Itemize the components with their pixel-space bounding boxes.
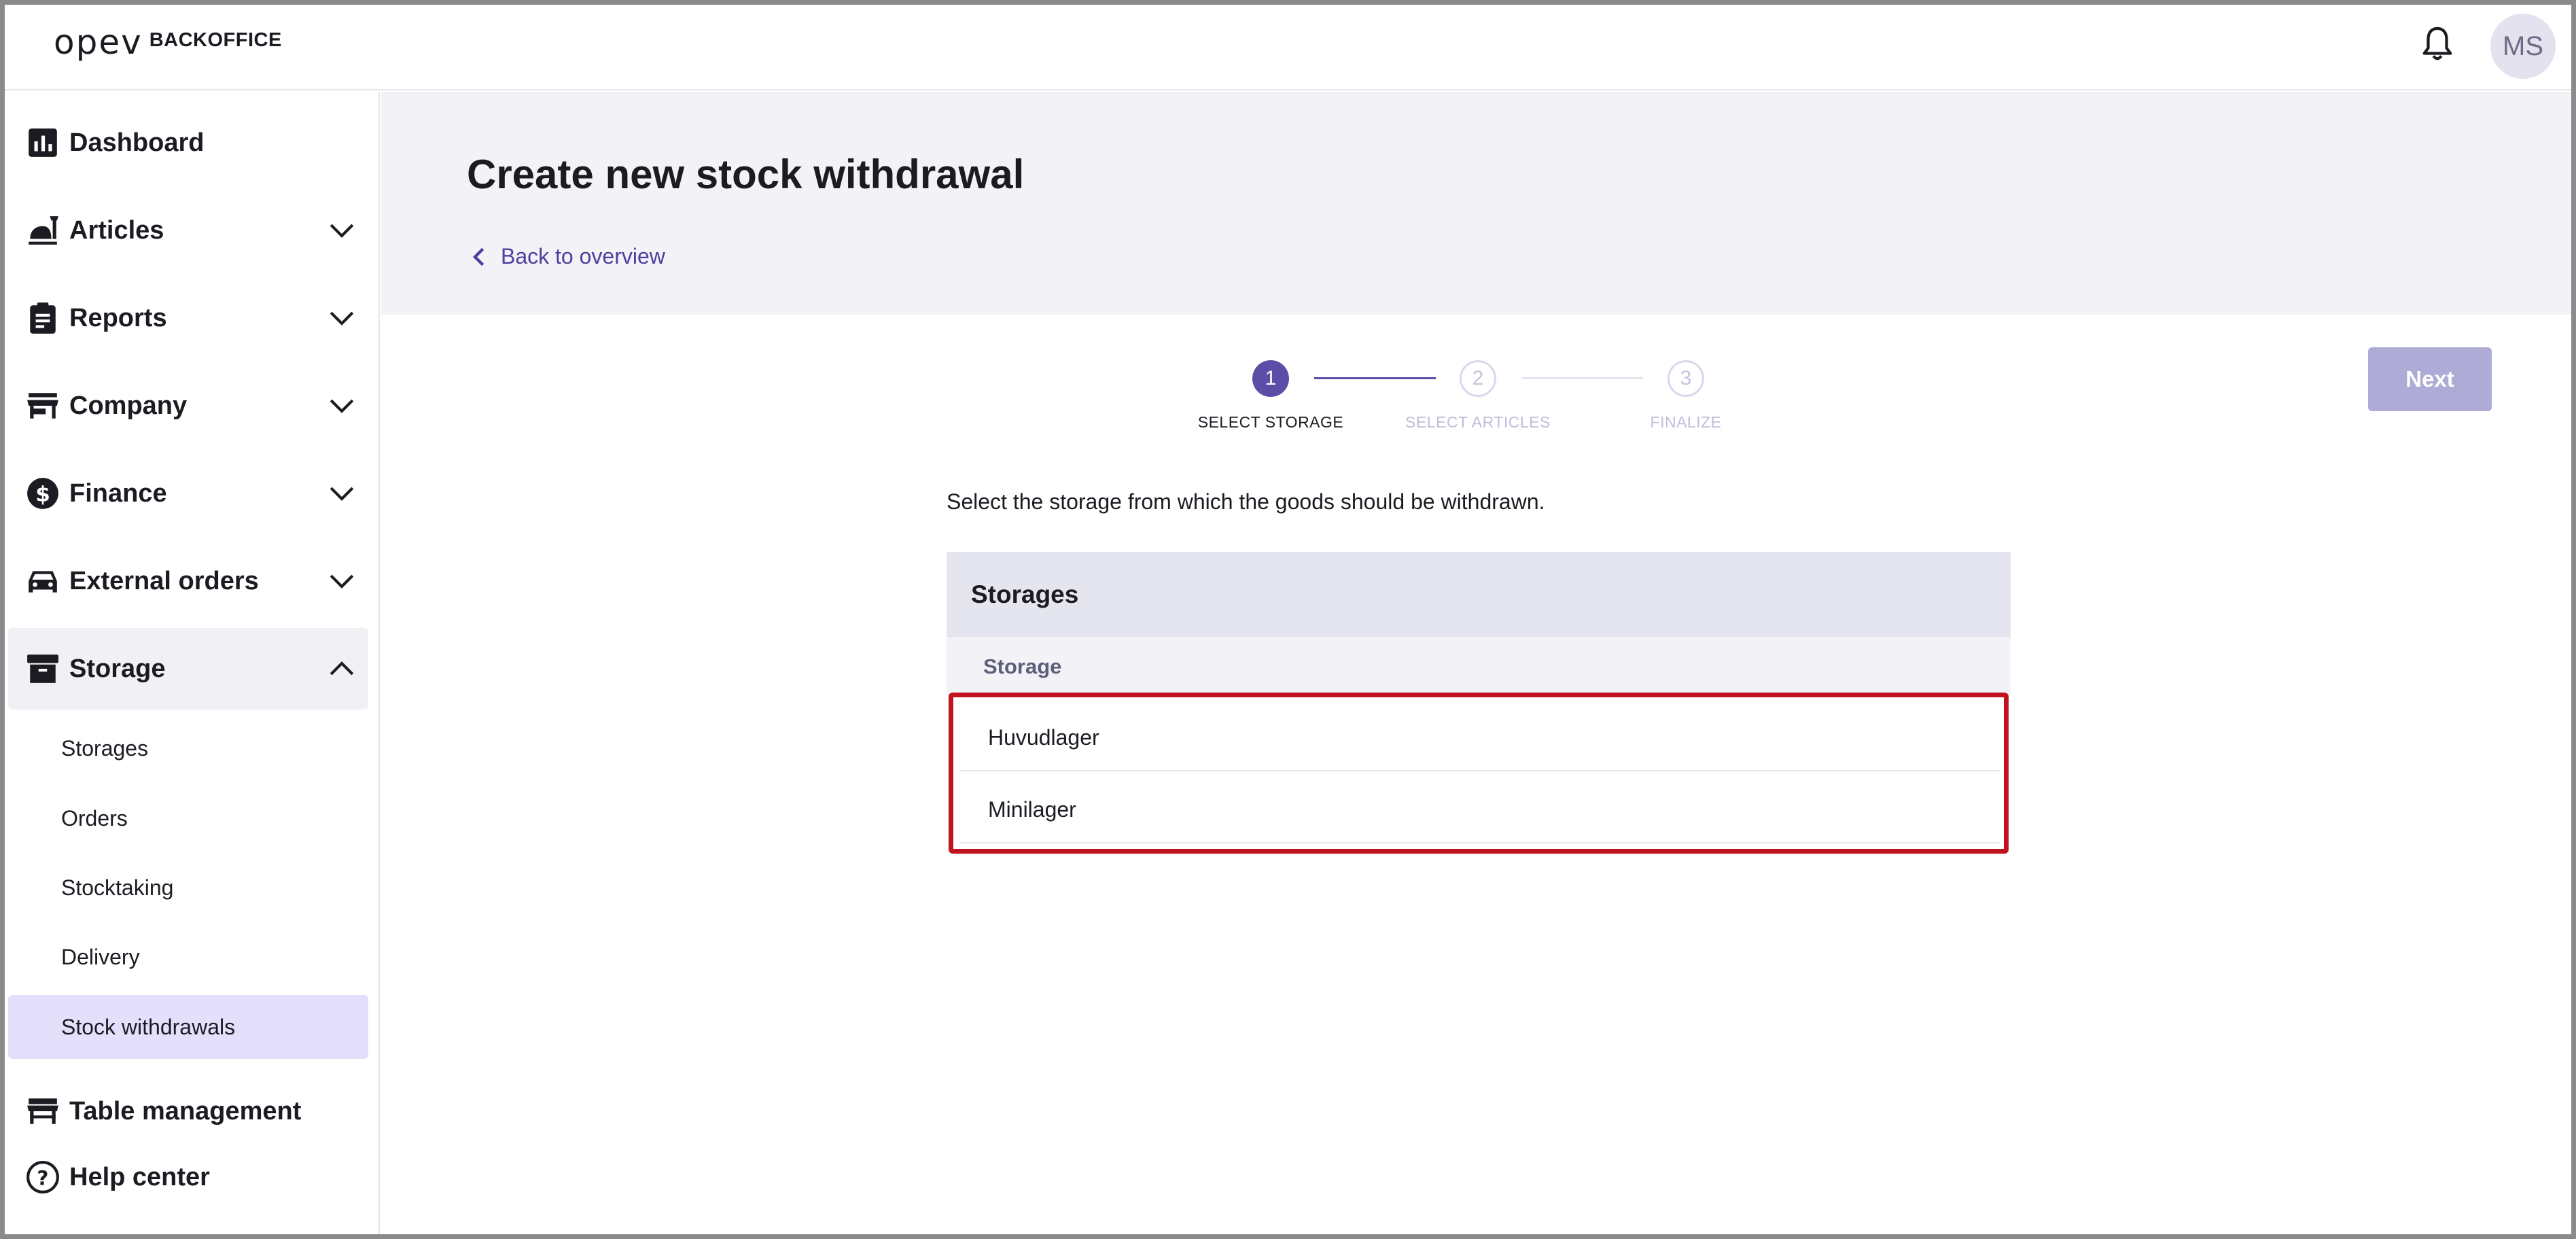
bell-icon[interactable] [2421,26,2454,63]
table-row[interactable]: Minilager [960,771,2000,843]
step-1-circle: 1 [1252,360,1289,397]
sidebar-item-company[interactable]: Company [8,365,368,447]
storage-list-highlight: Huvudlager Minilager [949,693,2009,854]
page-header [381,92,2571,315]
sidebar-subitem-delivery[interactable]: Delivery [8,925,368,989]
step-2-circle: 2 [1460,360,1496,397]
dollar-icon: $ [27,478,58,509]
avatar[interactable]: MS [2490,14,2556,79]
sidebar-subitem-orders[interactable]: Orders [8,786,368,850]
back-link-label: Back to overview [501,244,665,268]
step-1-label: SELECT STORAGE [1197,413,1344,431]
back-to-overview-link[interactable]: Back to overview [471,244,665,269]
sidebar-item-finance[interactable]: $ Finance [8,453,368,534]
sidebar-item-storage[interactable]: Storage [8,628,368,710]
sidebar-subitem-label: Storages [61,735,149,761]
storage-column-header: Storage [947,637,2011,695]
sidebar-item-label: Reports [69,303,167,332]
sidebar-subitem-label: Orders [61,805,128,831]
storages-card-title: Storages [971,580,1079,608]
chevron-up-icon [330,661,354,676]
sidebar-subitem-label: Stocktaking [61,875,174,900]
sidebar-item-help-center[interactable]: ? Help center [8,1136,368,1218]
chevron-down-icon [330,399,354,413]
sidebar-subitem-label: Delivery [61,944,140,969]
sidebar-item-label: Help center [69,1162,210,1191]
svg-text:?: ? [37,1166,49,1189]
car-icon [29,571,57,593]
app-logo[interactable]: opeⅴ BACKOFFICE [54,25,282,59]
sidebar-subitem-storages[interactable]: Storages [8,716,368,780]
chevron-left-icon [472,247,484,266]
sidebar-subitem-stocktaking[interactable]: Stocktaking [8,856,368,920]
sidebar-item-label: Company [69,391,188,420]
food-icon [29,216,58,245]
step-3-label: FINALIZE [1650,413,1722,431]
sidebar-subitem-stock-withdrawals[interactable]: Stock withdrawals [8,995,368,1059]
sidebar-item-label: Dashboard [69,128,205,157]
svg-text:$: $ [35,482,50,506]
sidebar-item-dashboard[interactable]: Dashboard [8,102,368,184]
step-3-circle: 3 [1668,360,1704,397]
next-button[interactable]: Next [2368,347,2492,411]
step-connector [1314,377,1436,379]
storages-card-header: Storages [947,552,2011,637]
store-icon [27,393,58,419]
sidebar-item-reports[interactable]: Reports [8,277,368,359]
storage-name: Minilager [988,797,1076,822]
chevron-down-icon [330,311,354,326]
column-label: Storage [983,655,1062,678]
help-icon: ? [27,1161,59,1193]
logo-text: BACKOFFICE [149,29,282,51]
sidebar-item-label: Finance [69,478,167,508]
storage-name: Huvudlager [988,725,1099,750]
step-2-label: SELECT ARTICLES [1405,413,1551,431]
sidebar-item-label: External orders [69,566,259,595]
logo-mark: opeⅴ [54,22,143,62]
clipboard-icon [30,302,56,334]
top-bar: opeⅴ BACKOFFICE [5,5,2571,90]
sidebar-item-label: Storage [69,654,166,683]
chevron-down-icon [330,574,354,589]
archive-icon [27,655,58,683]
sidebar-subitem-label: Stock withdrawals [61,1014,236,1039]
sidebar-item-external-orders[interactable]: External orders [8,540,368,622]
chevron-down-icon [330,224,354,238]
instruction-text: Select the storage from which the goods … [947,489,1545,514]
chart-icon [29,128,57,157]
sidebar-item-label: Table management [69,1096,302,1125]
sidebar-item-articles[interactable]: Articles [8,190,368,271]
table-row[interactable]: Huvudlager [960,699,2000,771]
page-title: Create new stock withdrawal [467,152,1025,197]
table-icon [27,1098,58,1124]
sidebar-item-label: Articles [69,215,164,245]
chevron-down-icon [330,487,354,501]
step-connector [1521,377,1643,379]
